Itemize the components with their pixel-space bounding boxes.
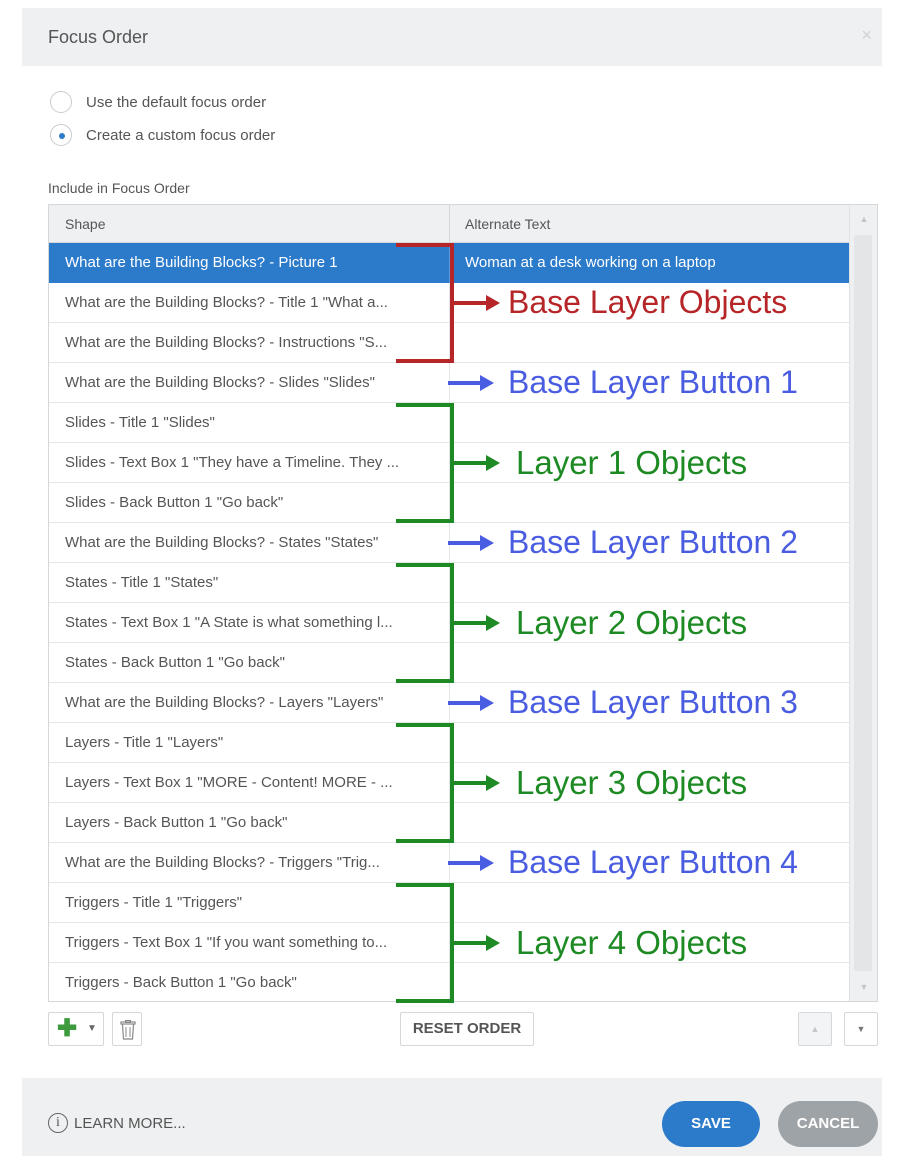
arrowhead-icon — [480, 855, 494, 871]
annotation-label: Base Layer Objects — [508, 284, 788, 320]
bracket-mark — [396, 403, 454, 523]
annotation-label: Layer 2 Objects — [516, 604, 748, 641]
annotation-label: Layer 4 Objects — [516, 924, 748, 961]
annotation-label: Base Layer Button 2 — [508, 524, 798, 560]
bracket-mark — [396, 243, 454, 363]
annotation-label: Layer 1 Objects — [516, 444, 748, 481]
arrowhead-icon — [486, 295, 500, 311]
arrowhead-icon — [480, 695, 494, 711]
arrowhead-icon — [480, 535, 494, 551]
arrowhead-icon — [486, 455, 500, 471]
annotation-label: Layer 3 Objects — [516, 764, 748, 801]
bracket-mark — [396, 563, 454, 683]
annotation-label: Base Layer Button 4 — [508, 844, 798, 880]
bracket-mark — [396, 723, 454, 843]
arrowhead-icon — [480, 375, 494, 391]
arrowhead-icon — [486, 775, 500, 791]
arrowhead-icon — [486, 935, 500, 951]
arrowhead-icon — [486, 615, 500, 631]
annotation-label: Base Layer Button 1 — [508, 364, 798, 400]
annotation-label: Base Layer Button 3 — [508, 684, 798, 720]
bracket-mark — [396, 883, 454, 1003]
annotation-overlay — [396, 243, 500, 1003]
